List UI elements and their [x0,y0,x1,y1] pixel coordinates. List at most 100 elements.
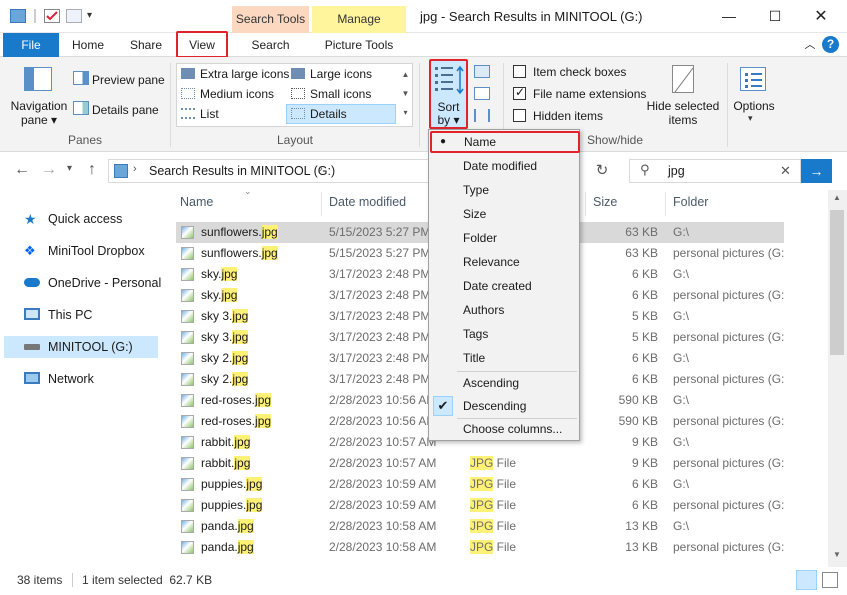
back-arrow-icon[interactable]: ← [14,161,30,179]
navigation-pane: ★ Quick access ❖ MiniTool Dropbox OneDri… [0,190,162,567]
file-size: 6 KB [631,288,658,302]
group-label-layout: Layout [276,133,314,147]
nav-item-minitool-drive[interactable]: MINITOOL (G:) [4,336,158,358]
file-name-extensions-checkbox[interactable] [513,85,526,100]
small-icons-option[interactable]: Small icons [310,87,371,101]
customize-toolbar-chevron-icon[interactable]: ▾ [87,10,103,24]
ribbon-tab-bar: File Home Share View Search Picture Tool… [0,31,847,58]
table-row[interactable]: puppies.jpg 2/28/2023 10:59 AM JPG File 6 K… [176,474,784,495]
large-icons-option[interactable]: Large icons [310,67,372,81]
breadcrumb-chevron-icon[interactable]: › [319,163,323,175]
small-icons-icon [291,88,305,99]
add-columns-icon[interactable] [474,87,490,100]
sort-option-tags[interactable]: Tags [429,322,579,346]
new-folder-icon[interactable] [66,9,82,23]
close-button[interactable]: ✕ [798,0,844,33]
details-option[interactable]: Details [310,107,347,121]
file-folder: G:\ [673,267,690,281]
nav-item-this-pc[interactable]: This PC [0,304,162,326]
scrollbar-thumb[interactable] [830,210,844,355]
medium-icons-option[interactable]: Medium icons [200,87,274,101]
large-icons-view-toggle-icon[interactable] [822,572,838,588]
layout-scroll-arrows-icon[interactable]: ▲ ▼ ▾ [400,65,411,125]
sort-option-name[interactable]: ● Name [430,131,580,153]
options-chevron-icon: ▾ [748,113,753,123]
column-header-folder[interactable]: Folder [673,195,708,209]
nav-item-network[interactable]: Network [0,368,162,390]
hide-selected-items-button[interactable]: Hide selected items [644,99,722,127]
size-columns-icon[interactable] [474,109,490,122]
table-row[interactable]: panda.jpg 2/28/2023 10:58 AM JPG File 13 KB… [176,537,784,558]
recent-locations-chevron-icon[interactable]: ▾ [67,163,72,174]
column-divider[interactable] [665,192,666,216]
scroll-up-arrow-icon[interactable]: ▲ [833,193,841,202]
help-icon[interactable]: ? [822,36,839,53]
vertical-scrollbar[interactable]: ▲ ▼ [828,190,847,567]
file-folder: G:\ [673,225,690,239]
sort-order-descending[interactable]: ✔ Descending [429,394,579,418]
file-name: sky 2.jpg [201,372,249,386]
file-type: JPG File [470,498,517,512]
refresh-icon[interactable]: ↻ [587,161,617,183]
sort-option-size[interactable]: Size [429,202,579,226]
sort-option-folder[interactable]: Folder [429,226,579,250]
sort-option-date-modified[interactable]: Date modified [429,154,579,178]
sort-option-title[interactable]: Title [429,346,579,370]
tab-view[interactable]: View [176,31,228,58]
tab-home[interactable]: Home [62,33,114,57]
details-view-toggle-icon[interactable] [796,570,817,590]
details-pane-button[interactable]: Details pane [92,103,159,117]
search-go-button[interactable]: → [801,159,832,183]
options-button[interactable]: Options [730,99,778,113]
tab-search[interactable]: Search [232,33,309,57]
preview-pane-button[interactable]: Preview pane [92,73,165,87]
file-date: 2/28/2023 10:58 AM [329,519,437,533]
column-header-date-modified[interactable]: Date modified [329,195,406,209]
properties-icon[interactable] [44,9,60,23]
table-row[interactable]: panda.jpg 2/28/2023 10:58 AM JPG File 13 KB… [176,516,784,537]
sort-option-authors[interactable]: Authors [429,298,579,322]
tab-file[interactable]: File [3,33,59,57]
column-divider[interactable] [321,192,322,216]
collapse-ribbon-icon[interactable]: ︿ [800,33,820,57]
tab-picture-tools[interactable]: Picture Tools [312,33,406,57]
clear-search-icon[interactable]: ✕ [780,163,791,179]
sort-by-button[interactable]: Sort by ▾ [429,59,468,129]
table-row[interactable]: puppies.jpg 2/28/2023 10:59 AM JPG File 6 K… [176,495,784,516]
search-box[interactable]: ⚲ jpg ✕ [629,159,801,183]
up-arrow-icon[interactable]: ↑ [88,161,96,179]
minimize-button[interactable]: — [706,0,752,33]
column-divider[interactable] [585,192,586,216]
list-option[interactable]: List [200,107,219,121]
sort-option-date-created[interactable]: Date created [429,274,579,298]
column-header-size[interactable]: Size [593,195,617,209]
file-size: 6 KB [631,267,658,281]
sort-order-ascending[interactable]: Ascending [429,371,579,395]
file-size: 9 KB [631,456,658,470]
group-separator [419,63,420,147]
maximize-button[interactable]: ☐ [752,0,798,33]
tab-share[interactable]: Share [120,33,172,57]
extra-large-icons-option[interactable]: Extra large icons [200,67,289,81]
nav-item-onedrive[interactable]: OneDrive - Personal [0,272,162,294]
file-type: JPG File [470,477,517,491]
nav-item-quick-access[interactable]: ★ Quick access [0,208,162,230]
file-type: JPG File [470,540,517,554]
group-by-icon[interactable] [474,65,490,78]
explorer-icon[interactable] [10,9,26,23]
sort-option-relevance[interactable]: Relevance [429,250,579,274]
address-path[interactable]: Search Results in MINITOOL (G:) [149,164,335,178]
nav-item-minitool-dropbox[interactable]: ❖ MiniTool Dropbox [0,240,162,262]
jpg-file-icon [181,247,194,260]
hidden-items-checkbox[interactable] [513,109,526,122]
choose-columns-menu-item[interactable]: Choose columns... [429,417,579,441]
column-header-name[interactable]: Name [180,195,213,209]
search-input[interactable]: jpg [668,164,685,178]
navigation-pane-button[interactable]: Navigation pane ▾ [10,99,68,127]
breadcrumb-chevron-icon[interactable]: › [133,163,137,175]
table-row[interactable]: rabbit.jpg 2/28/2023 10:57 AM JPG File 9 KB… [176,453,784,474]
forward-arrow-icon[interactable]: → [41,161,57,179]
sort-option-type[interactable]: Type [429,178,579,202]
item-check-boxes-checkbox[interactable] [513,65,526,78]
scroll-down-arrow-icon[interactable]: ▼ [833,550,841,559]
